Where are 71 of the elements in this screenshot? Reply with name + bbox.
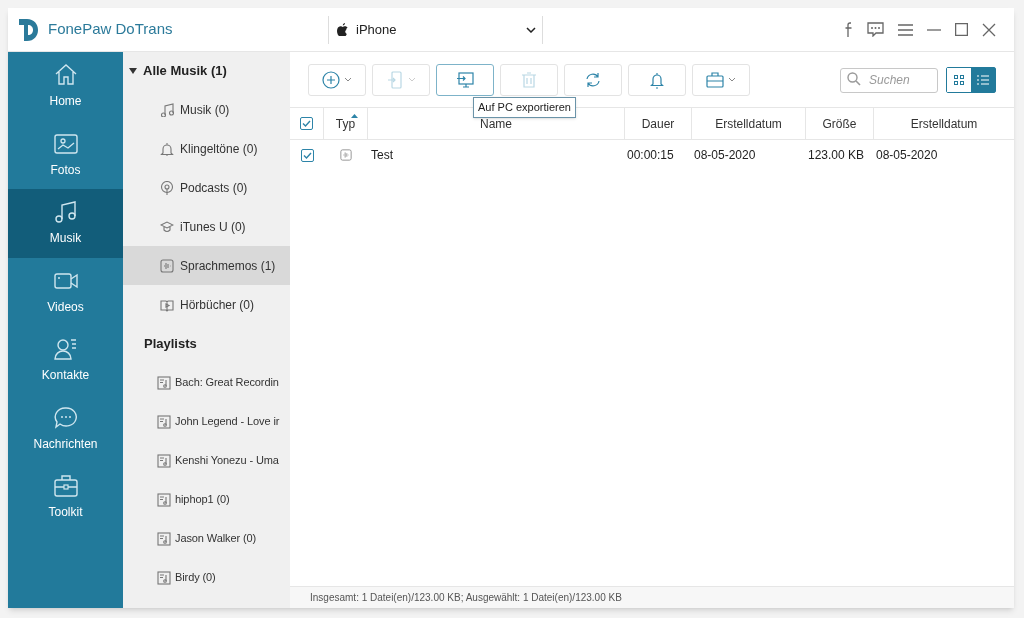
column-header[interactable]: Typ [324, 108, 368, 139]
playlists-heading: Playlists [143, 334, 198, 353]
facebook-icon[interactable] [845, 22, 853, 37]
status-bar: Insgesamt: 1 Datei(en)/123.00 KB; Ausgewählt: 1 Datei(en)/123.00 KB [290, 586, 1014, 608]
graduation-cap-icon [160, 219, 174, 234]
category-item[interactable]: iTunes U (0) [123, 207, 290, 246]
category-item[interactable]: Podcasts (0) [123, 168, 290, 207]
category-item[interactable]: Klingeltöne (0) [123, 129, 290, 168]
playlist-item[interactable]: John Legend - Love ir [123, 402, 290, 441]
chat-icon[interactable] [867, 22, 884, 37]
nav-item[interactable]: Musik [8, 189, 123, 258]
waveform-icon [340, 149, 352, 161]
music-note-icon [52, 199, 79, 226]
bell-icon [160, 141, 174, 156]
tooltip: Auf PC exportieren [473, 97, 576, 118]
plus-circle-icon [322, 70, 340, 89]
checkbox[interactable] [300, 148, 314, 162]
phone-import-icon [386, 70, 404, 89]
checkbox[interactable] [300, 117, 313, 130]
table-cell-text: 00:00:15 [627, 147, 674, 164]
trash-icon [520, 70, 538, 89]
playlist-item[interactable]: hiphop1 (0) [123, 480, 290, 519]
speech-bubble-icon [52, 404, 79, 431]
table-cell-text: 08-05-2020 [694, 147, 756, 164]
bell-icon [648, 70, 666, 89]
column-header[interactable]: Dauer [625, 108, 692, 139]
list-icon [977, 74, 989, 85]
playlist-icon [157, 375, 171, 390]
music-note-icon [160, 102, 174, 117]
logo-icon [18, 16, 40, 43]
playlist-item[interactable]: Birdy (0) [123, 558, 290, 597]
chevron-down-icon [526, 26, 536, 33]
briefcase-icon [706, 70, 724, 89]
list-view-button[interactable] [971, 67, 995, 92]
phone-brand-icon [337, 23, 348, 36]
maximize-icon[interactable] [955, 23, 968, 36]
person-icon [52, 336, 79, 363]
search-icon [847, 72, 861, 86]
search-field[interactable]: Suchen [840, 67, 938, 93]
sort-ascending-icon [351, 114, 358, 118]
category-item[interactable]: Sprachmemos (1) [123, 246, 290, 285]
column-header[interactable]: Größe [806, 108, 874, 139]
table-cell-text: 08-05-2020 [876, 147, 938, 164]
column-header[interactable]: Erstelldatum [692, 108, 806, 139]
playlist-icon [157, 492, 171, 507]
playlist-item[interactable]: Kenshi Yonezu - Uma [123, 441, 290, 480]
podcast-icon [160, 180, 174, 195]
playlist-icon [157, 570, 171, 585]
table-cell-text: Test [371, 147, 393, 164]
waveform-icon [160, 258, 174, 273]
open-book-icon [160, 297, 174, 312]
device-selector[interactable]: iPhone [337, 19, 536, 40]
toolbar-button[interactable] [436, 63, 494, 96]
column-header[interactable]: Erstelldatum [874, 108, 1014, 139]
app-title: FonePaw DoTrans [48, 19, 173, 40]
playlist-icon [157, 531, 171, 546]
briefcase-icon [52, 473, 79, 500]
menu-icon[interactable] [898, 23, 913, 36]
category-item[interactable]: Hörbücher (0) [123, 285, 290, 324]
playlist-icon [157, 414, 171, 429]
category-item[interactable]: Musik (0) [123, 90, 290, 129]
minimize-icon[interactable] [927, 28, 941, 31]
table-cell-text: 123.00 KB [808, 147, 865, 164]
monitor-import-icon [456, 70, 474, 89]
sync-icon [584, 70, 602, 89]
library-header[interactable]: Alle Musik (1) [123, 52, 290, 90]
playlist-item[interactable]: Jason Walker (0) [123, 519, 290, 558]
close-icon[interactable] [982, 22, 996, 37]
grid-icon [954, 74, 964, 85]
playlist-icon [157, 453, 171, 468]
playlist-item[interactable]: Bach: Great Recordin [123, 363, 290, 402]
